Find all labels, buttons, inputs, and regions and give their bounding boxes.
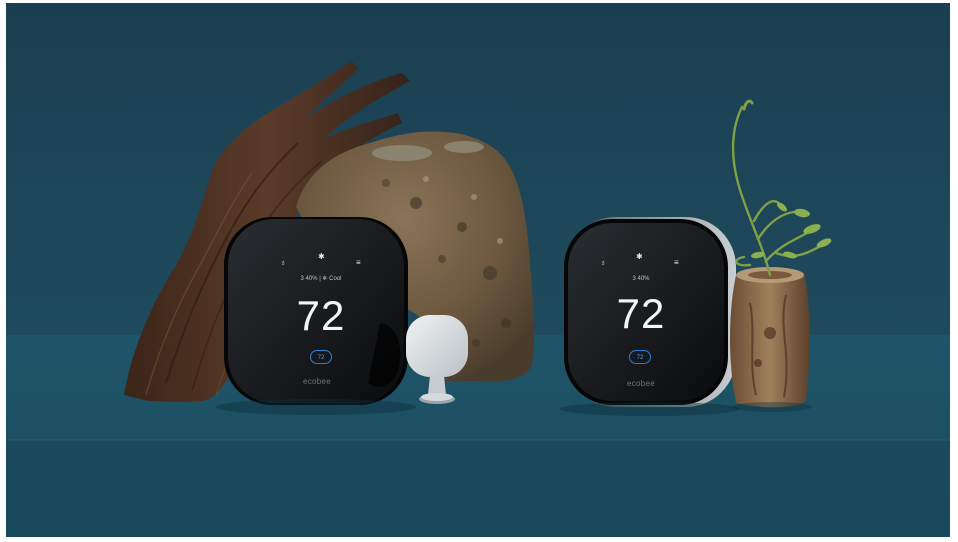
person-icon: ♁ xyxy=(280,258,286,267)
person-icon: ♁ xyxy=(600,258,606,267)
scene-illustration xyxy=(6,3,950,537)
right-brand-logo: ecobee xyxy=(626,379,656,388)
photo-frame: ♁ ✱ ≡ 3 40% | ❄ Cool 72 72 ecobee ♁ ✱ ≡ … xyxy=(0,0,958,542)
right-setpoint-badge: 72 xyxy=(629,350,651,364)
plant-stump xyxy=(730,267,810,408)
snowflake-icon: ✱ xyxy=(318,252,325,261)
menu-icon: ≡ xyxy=(674,258,679,267)
product-photo: ♁ ✱ ≡ 3 40% | ❄ Cool 72 72 ecobee ♁ ✱ ≡ … xyxy=(6,3,950,537)
left-setpoint-badge: 72 xyxy=(310,350,332,364)
snowflake-icon: ✱ xyxy=(636,252,643,261)
left-brand-logo: ecobee xyxy=(302,377,332,386)
menu-icon: ≡ xyxy=(356,258,361,267)
